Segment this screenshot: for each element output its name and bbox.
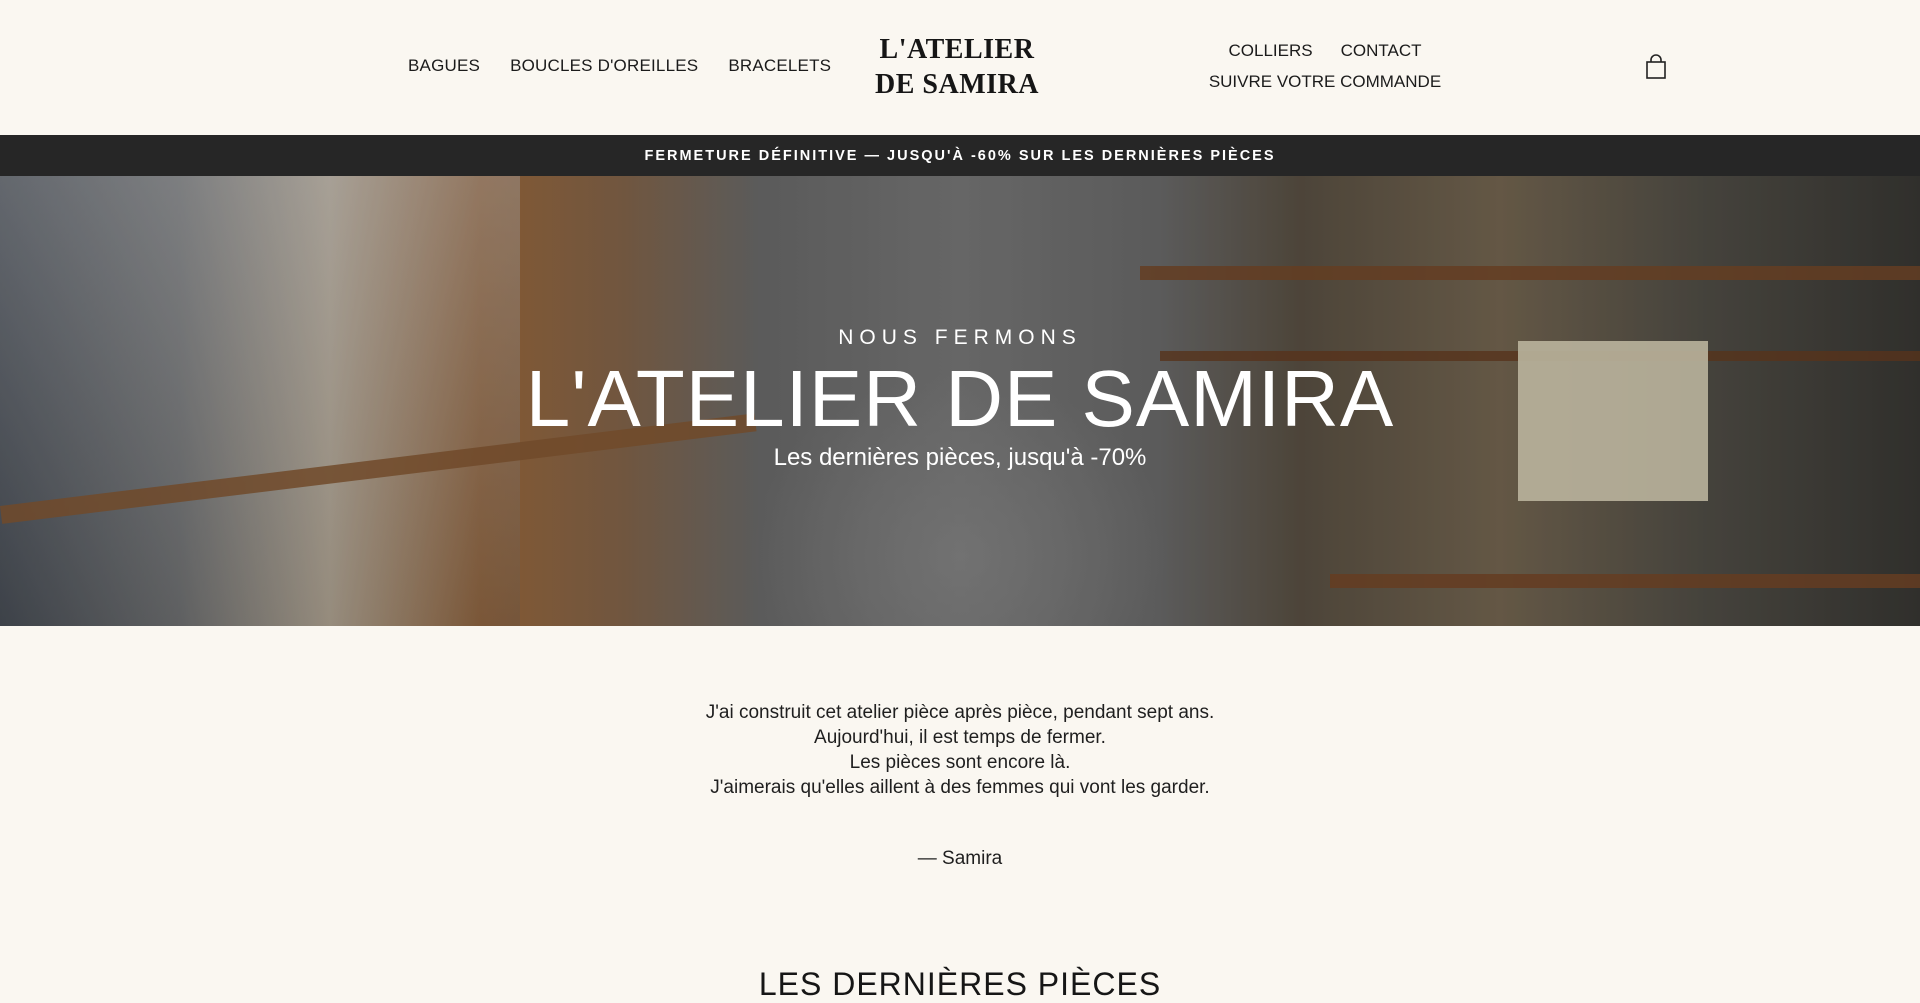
main-nav-right: COLLIERS CONTACT SUIVRE VOTRE COMMANDE xyxy=(1200,38,1450,95)
main-nav-left: BAGUES BOUCLES D'OREILLES BRACELETS xyxy=(408,56,831,76)
nav-link-bagues[interactable]: BAGUES xyxy=(408,56,480,76)
hero-text-block: NOUS FERMONS L'ATELIER DE SAMIRA Les der… xyxy=(0,176,1920,626)
letter-line: J'ai construit cet atelier pièce après p… xyxy=(705,702,1215,723)
nav-link-contact[interactable]: CONTACT xyxy=(1341,38,1422,64)
hero-eyebrow: NOUS FERMONS xyxy=(838,326,1082,349)
letter-line: J'aimerais qu'elles aillent à des femmes… xyxy=(710,777,1210,798)
logo-line-2: DE SAMIRA xyxy=(875,69,1039,100)
letter-signature: — Samira xyxy=(917,848,1003,869)
nav-link-colliers[interactable]: COLLIERS xyxy=(1229,38,1313,64)
founder-letter: J'ai construit cet atelier pièce après p… xyxy=(0,700,1920,800)
hero-banner: NOUS FERMONS L'ATELIER DE SAMIRA Les der… xyxy=(0,176,1920,626)
letter-line: Les pièces sont encore là. xyxy=(849,752,1071,773)
hero-title: L'ATELIER DE SAMIRA xyxy=(525,354,1395,443)
section-title: LES DERNIÈRES PIÈCES xyxy=(758,966,1162,1002)
nav-link-boucles-doreilles[interactable]: BOUCLES D'OREILLES xyxy=(510,56,698,76)
announcement-bar: FERMETURE DÉFINITIVE — JUSQU'À -60% SUR … xyxy=(0,135,1920,176)
announcement-text: FERMETURE DÉFINITIVE — JUSQU'À -60% SUR … xyxy=(644,147,1276,164)
nav-link-suivre-commande[interactable]: SUIVRE VOTRE COMMANDE xyxy=(1209,72,1441,91)
shopping-bag-icon[interactable] xyxy=(1644,54,1668,80)
letter-line: Aujourd'hui, il est temps de fermer. xyxy=(814,727,1106,748)
site-header: BAGUES BOUCLES D'OREILLES BRACELETS L'AT… xyxy=(0,0,1920,135)
site-logo[interactable]: L'ATELIER DE SAMIRA xyxy=(857,32,1057,102)
hero-subtitle: Les dernières pièces, jusqu'à -70% xyxy=(773,444,1147,471)
logo-line-1: L'ATELIER xyxy=(879,34,1035,65)
nav-link-bracelets[interactable]: BRACELETS xyxy=(728,56,831,76)
